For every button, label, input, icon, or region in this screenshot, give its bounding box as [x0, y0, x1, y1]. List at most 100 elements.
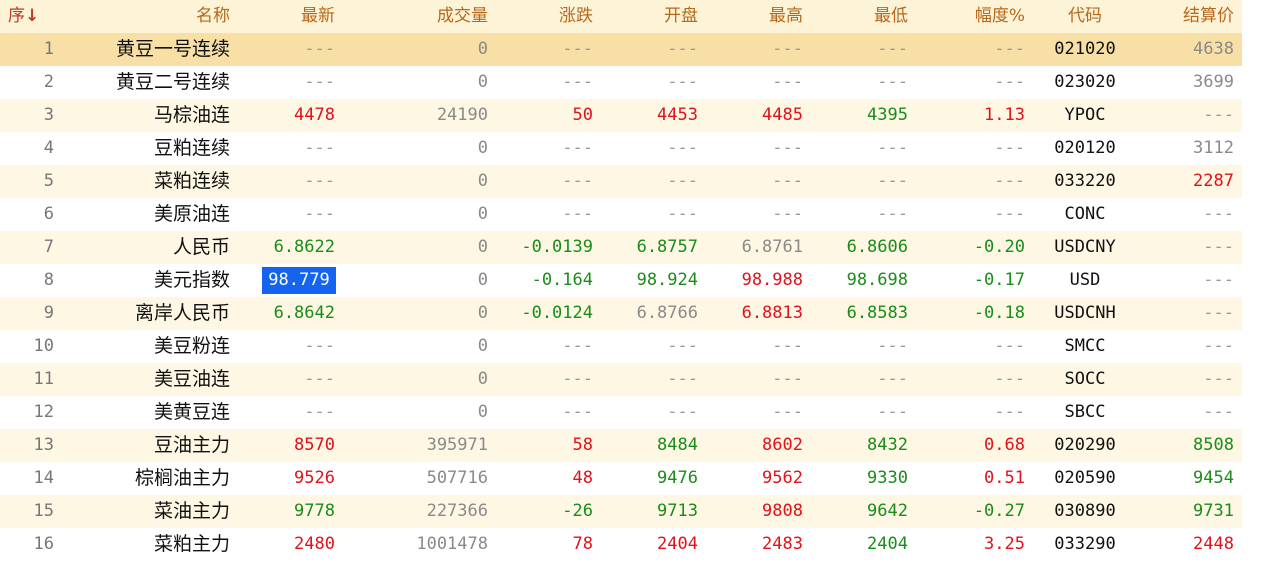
- cell-pct: -0.18: [973, 303, 1025, 323]
- cell-code: SMCC: [1064, 336, 1106, 356]
- cell-high: ---: [772, 72, 803, 92]
- cell-volume: 0: [477, 171, 488, 191]
- cell-change: ---: [562, 336, 593, 356]
- cell-volume: 0: [477, 303, 488, 323]
- cell-last: ---: [304, 336, 335, 356]
- table-row[interactable]: 13 豆油主力 8570 395971 58 8484 8602 8432 0.68 020290…: [0, 429, 1242, 462]
- column-header-open[interactable]: 开盘: [600, 0, 698, 33]
- column-header-name[interactable]: 名称: [60, 0, 230, 33]
- cell-last: ---: [304, 171, 335, 191]
- cell-last: ---: [304, 369, 335, 389]
- cell-settle: ---: [1203, 204, 1234, 224]
- cell-low: ---: [877, 369, 908, 389]
- cell-low: 6.8583: [846, 303, 908, 323]
- cell-settle: ---: [1203, 336, 1234, 356]
- cell-settle: ---: [1203, 105, 1234, 125]
- cell-volume: 0: [477, 369, 488, 389]
- table-row[interactable]: 1 黄豆一号连续 --- 0 --- --- --- --- --- 021020 4638: [0, 33, 1242, 66]
- cell-seq: 8: [43, 270, 54, 290]
- table-row[interactable]: 7 人民币 6.8622 0 -0.0139 6.8757 6.8761 6.8606 -0.2…: [0, 231, 1242, 264]
- cell-change: ---: [562, 204, 593, 224]
- cell-pct: ---: [994, 138, 1025, 158]
- cell-last: 6.8642: [273, 303, 335, 323]
- cell-pct: ---: [994, 171, 1025, 191]
- column-header-code[interactable]: 代码: [1040, 0, 1130, 33]
- cell-name: 人民币: [172, 236, 230, 258]
- table-row[interactable]: 2 黄豆二号连续 --- 0 --- --- --- --- --- 023020 3699: [0, 66, 1242, 99]
- cell-seq: 1: [43, 39, 54, 59]
- cell-high: 9562: [762, 468, 803, 488]
- cell-settle: 4638: [1193, 39, 1234, 59]
- column-header-settle[interactable]: 结算价: [1140, 0, 1234, 33]
- cell-code: USD: [1069, 270, 1101, 290]
- table-row[interactable]: 11 美豆油连 --- 0 --- --- --- --- --- SOCC ---: [0, 363, 1242, 396]
- cell-change: 78: [572, 534, 593, 554]
- cell-low: 6.8606: [846, 237, 908, 257]
- cell-volume: 0: [477, 270, 488, 290]
- table-row[interactable]: 9 离岸人民币 6.8642 0 -0.0124 6.8766 6.8813 6.8583 -0…: [0, 297, 1242, 330]
- cell-code: 021020: [1054, 39, 1116, 59]
- table-row[interactable]: 15 菜油主力 9778 227366 -26 9713 9808 9642 -0.27 0308…: [0, 495, 1242, 528]
- cell-seq: 3: [43, 105, 54, 125]
- cell-volume: 24190: [436, 105, 488, 125]
- column-header-volume[interactable]: 成交量: [350, 0, 488, 33]
- cell-last: 9778: [294, 501, 335, 521]
- cell-settle: 2287: [1193, 171, 1234, 191]
- cell-low: ---: [877, 336, 908, 356]
- cell-low: 8432: [867, 435, 908, 455]
- cell-open: 4453: [657, 105, 698, 125]
- cell-seq: 10: [33, 336, 54, 356]
- column-header-high[interactable]: 最高: [705, 0, 803, 33]
- cell-open: ---: [667, 138, 698, 158]
- column-header-pct[interactable]: 幅度%: [915, 0, 1025, 33]
- cell-seq: 15: [33, 501, 54, 521]
- sort-down-arrow-icon: ↓: [25, 6, 40, 26]
- cell-high: 2483: [762, 534, 803, 554]
- cell-low: ---: [877, 39, 908, 59]
- cell-code: 033220: [1054, 171, 1116, 191]
- cell-name: 菜油主力: [153, 500, 230, 522]
- table-row[interactable]: 6 美原油连 --- 0 --- --- --- --- --- CONC ---: [0, 198, 1242, 231]
- column-header-low[interactable]: 最低: [810, 0, 908, 33]
- cell-change: -0.0139: [521, 237, 593, 257]
- cell-name: 美黄豆连: [153, 401, 230, 423]
- cell-last: ---: [304, 402, 335, 422]
- table-row[interactable]: 3 马棕油连 4478 24190 50 4453 4485 4395 1.13 YPOC ---: [0, 99, 1242, 132]
- table-header: 序↓ 名称 最新 成交量 涨跌 开盘 最高 最低 幅度% 代码 结算价: [0, 0, 1242, 33]
- cell-volume: 0: [477, 237, 488, 257]
- table-row[interactable]: 14 棕榈油主力 9526 507716 48 9476 9562 9330 0.51 02059…: [0, 462, 1242, 495]
- cell-open: ---: [667, 171, 698, 191]
- cell-code: 020120: [1054, 138, 1116, 158]
- cell-seq: 14: [33, 468, 54, 488]
- cell-last: 4478: [294, 105, 335, 125]
- cell-code: USDCNH: [1054, 303, 1116, 323]
- cell-open: 6.8757: [636, 237, 698, 257]
- cell-settle: ---: [1203, 303, 1234, 323]
- column-header-change[interactable]: 涨跌: [495, 0, 593, 33]
- table-row[interactable]: 5 菜粕连续 --- 0 --- --- --- --- --- 033220 2287: [0, 165, 1242, 198]
- cell-pct: -0.27: [973, 501, 1025, 521]
- cell-settle: ---: [1203, 369, 1234, 389]
- cell-last: ---: [304, 39, 335, 59]
- cell-high: ---: [772, 402, 803, 422]
- cell-high: ---: [772, 336, 803, 356]
- column-header-last[interactable]: 最新: [240, 0, 335, 33]
- cell-pct: ---: [994, 336, 1025, 356]
- table-row[interactable]: 16 菜粕主力 2480 1001478 78 2404 2483 2404 3.25 03329…: [0, 528, 1242, 561]
- table-row[interactable]: 10 美豆粉连 --- 0 --- --- --- --- --- SMCC ---: [0, 330, 1242, 363]
- table-row[interactable]: 4 豆粕连续 --- 0 --- --- --- --- --- 020120 3112: [0, 132, 1242, 165]
- cell-volume: 0: [477, 204, 488, 224]
- column-header-seq[interactable]: 序↓: [8, 0, 52, 33]
- cell-change: ---: [562, 138, 593, 158]
- cell-pct: ---: [994, 369, 1025, 389]
- cell-low: ---: [877, 138, 908, 158]
- cell-name: 豆粕连续: [153, 137, 230, 159]
- table-row[interactable]: 12 美黄豆连 --- 0 --- --- --- --- --- SBCC ---: [0, 396, 1242, 429]
- cell-volume: 0: [477, 39, 488, 59]
- cell-seq: 12: [33, 402, 54, 422]
- cell-pct: 0.68: [984, 435, 1025, 455]
- cell-settle: 2448: [1193, 534, 1234, 554]
- cell-pct: -0.17: [973, 270, 1025, 290]
- cell-high: 4485: [762, 105, 803, 125]
- table-row[interactable]: 8 美元指数 98.779 0 -0.164 98.924 98.988 98.698 -0.1…: [0, 264, 1242, 297]
